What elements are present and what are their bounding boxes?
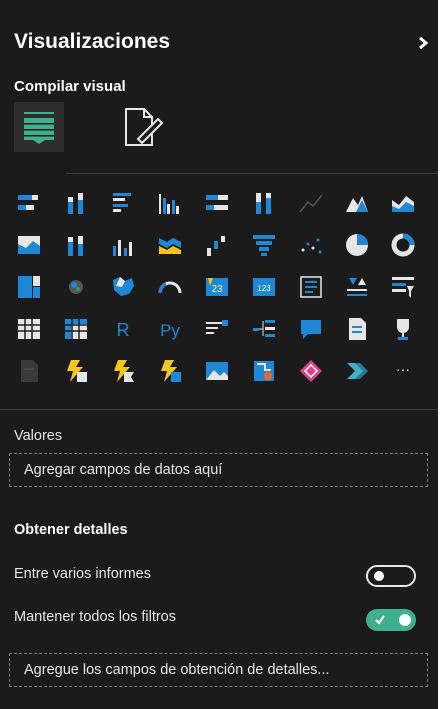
stacked-area-chart-icon[interactable] xyxy=(390,190,416,216)
cross-report-toggle[interactable] xyxy=(366,565,416,587)
line-chart-icon[interactable] xyxy=(298,190,324,216)
decomposition-tree-icon[interactable] xyxy=(251,316,277,342)
key-influencers-icon[interactable] xyxy=(204,316,230,342)
scatter-chart-icon[interactable] xyxy=(298,232,324,258)
format-visual-tab-icon xyxy=(125,108,164,146)
drillthrough-heading: Obtener detalles xyxy=(14,522,128,538)
format-visual-tab[interactable] xyxy=(120,105,166,151)
chevron-right-icon[interactable] xyxy=(416,36,430,50)
table-icon[interactable] xyxy=(16,316,42,342)
pane-title: Visualizaciones xyxy=(14,30,171,53)
section-divider xyxy=(0,409,438,410)
funnel-chart-icon[interactable] xyxy=(251,232,277,258)
svg-text:123: 123 xyxy=(257,284,271,293)
clustered-bar-chart-icon[interactable] xyxy=(110,190,136,216)
100-stacked-area-chart-icon[interactable] xyxy=(16,232,42,258)
chevron-visual-icon[interactable] xyxy=(344,358,370,384)
goals-icon[interactable] xyxy=(390,316,416,342)
svg-text:R: R xyxy=(117,320,130,340)
gauge-icon[interactable] xyxy=(157,274,183,300)
r-script-visual-icon[interactable]: R xyxy=(110,316,136,342)
svg-text:23: 23 xyxy=(211,284,223,295)
paginated-report-icon[interactable] xyxy=(16,358,42,384)
line-and-clustered-column-chart-icon[interactable] xyxy=(110,232,136,258)
area-chart-icon[interactable] xyxy=(344,190,370,216)
slicer-icon[interactable] xyxy=(344,274,370,300)
stacked-column-chart-icon[interactable] xyxy=(63,190,89,216)
build-visual-heading: Compilar visual xyxy=(14,78,126,95)
100-stacked-column-chart-icon[interactable] xyxy=(251,190,277,216)
map-icon[interactable] xyxy=(63,274,89,300)
multi-row-card-icon[interactable]: 123 xyxy=(251,274,277,300)
visualizations-pane: Visualizaciones Compilar visual 23 123 R Py… xyxy=(0,0,438,709)
card-icon[interactable]: 23 xyxy=(204,274,230,300)
waterfall-chart-icon[interactable] xyxy=(204,232,230,258)
cross-report-label: Entre varios informes xyxy=(14,566,151,582)
power-bi-visual-icon[interactable] xyxy=(157,358,183,384)
ribbon-chart-icon[interactable] xyxy=(157,232,183,258)
power-apps-icon[interactable] xyxy=(63,358,89,384)
stacked-bar-chart-icon[interactable] xyxy=(16,190,42,216)
diamond-visual-icon[interactable] xyxy=(298,358,324,384)
arcgis-map-icon[interactable] xyxy=(251,358,277,384)
svg-text:···: ··· xyxy=(396,361,410,377)
python-visual-icon[interactable]: Py xyxy=(157,316,183,342)
drillthrough-drop-zone[interactable]: Agregue los campos de obtención de detal… xyxy=(9,653,428,687)
tab-divider xyxy=(66,173,438,174)
matrix-icon[interactable] xyxy=(63,316,89,342)
values-label: Valores xyxy=(14,428,63,444)
toggle-knob xyxy=(374,571,384,581)
image-visual-icon[interactable] xyxy=(204,358,230,384)
treemap-icon[interactable] xyxy=(16,274,42,300)
keep-filters-label: Mantener todos los filtros xyxy=(14,609,176,625)
pie-chart-icon[interactable] xyxy=(344,232,370,258)
keep-filters-toggle[interactable] xyxy=(366,609,416,631)
filled-map-icon[interactable] xyxy=(110,274,136,300)
kpi-icon[interactable] xyxy=(298,274,324,300)
svg-text:Py: Py xyxy=(160,321,180,340)
values-drop-zone[interactable]: Agregar campos de datos aquí xyxy=(9,453,428,487)
power-automate-icon[interactable] xyxy=(110,358,136,384)
donut-chart-icon[interactable] xyxy=(390,232,416,258)
check-icon xyxy=(375,615,385,625)
table-slicer-icon[interactable] xyxy=(390,274,416,300)
line-and-stacked-column-chart-icon[interactable] xyxy=(63,232,89,258)
clustered-column-chart-icon[interactable] xyxy=(157,190,183,216)
100-stacked-bar-chart-icon[interactable] xyxy=(204,190,230,216)
toggle-knob xyxy=(399,614,411,626)
build-visual-tab-icon xyxy=(24,112,54,144)
qa-icon[interactable] xyxy=(298,316,324,342)
more-visuals-icon[interactable]: ··· xyxy=(390,358,416,384)
build-visual-tab[interactable] xyxy=(14,102,64,152)
smart-narrative-icon[interactable] xyxy=(344,316,370,342)
